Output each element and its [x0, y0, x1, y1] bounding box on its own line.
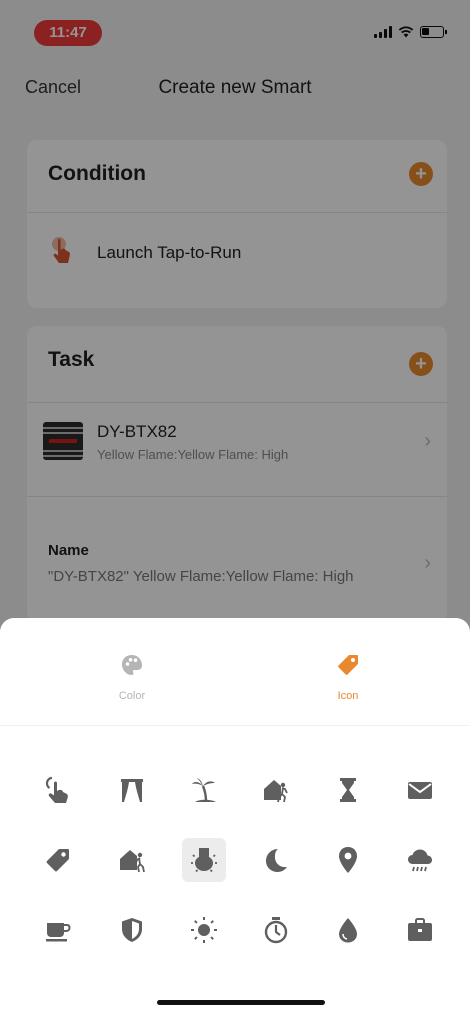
icon-option-water-drop[interactable] — [326, 908, 370, 952]
tab-color[interactable]: Color — [72, 652, 192, 702]
icon-option-tap[interactable] — [36, 768, 80, 812]
tag-icon — [338, 655, 358, 675]
shield-icon — [122, 918, 142, 942]
rain-cloud-icon — [408, 849, 432, 872]
curtain-icon — [121, 779, 143, 802]
palette-icon — [122, 655, 142, 675]
moon-icon — [266, 849, 287, 872]
tab-icon[interactable]: Icon — [288, 652, 408, 702]
icon-option-coffee-cup[interactable] — [36, 908, 80, 952]
tap-icon — [45, 776, 68, 803]
icon-option-rain-cloud[interactable] — [398, 838, 442, 882]
sun-icon — [191, 917, 217, 943]
icon-option-bulb[interactable] — [182, 838, 226, 882]
hourglass-icon — [340, 778, 356, 802]
icon-option-briefcase[interactable] — [398, 908, 442, 952]
arrive-home-icon — [120, 850, 145, 873]
briefcase-icon — [408, 918, 432, 941]
home-indicator[interactable] — [157, 1000, 325, 1005]
coffee-cup-icon — [46, 923, 71, 942]
location-pin-icon — [339, 847, 357, 873]
tab-icon-label: Icon — [337, 690, 359, 702]
leave-home-icon — [264, 780, 288, 803]
icon-option-location-pin[interactable] — [326, 838, 370, 882]
icon-option-beach[interactable] — [182, 768, 226, 812]
timer-icon — [264, 917, 288, 944]
icon-option-mail[interactable] — [398, 768, 442, 812]
tab-color-label: Color — [118, 690, 146, 702]
icon-option-timer[interactable] — [254, 908, 298, 952]
icon-option-leave-home[interactable] — [254, 768, 298, 812]
icon-picker-sheet: Color Icon — [0, 618, 470, 1010]
icon-option-sun[interactable] — [182, 908, 226, 952]
tag-icon — [46, 849, 69, 872]
sheet-tabs: Color Icon — [0, 618, 470, 726]
bulb-icon — [191, 848, 217, 873]
mail-icon — [408, 782, 432, 799]
icon-option-curtain[interactable] — [110, 768, 154, 812]
water-drop-icon — [339, 918, 357, 943]
beach-icon — [192, 778, 216, 802]
icon-option-shield[interactable] — [110, 908, 154, 952]
icon-option-hourglass[interactable] — [326, 768, 370, 812]
icon-option-tag[interactable] — [36, 838, 80, 882]
icon-option-moon[interactable] — [254, 838, 298, 882]
icon-option-arrive-home[interactable] — [110, 838, 154, 882]
